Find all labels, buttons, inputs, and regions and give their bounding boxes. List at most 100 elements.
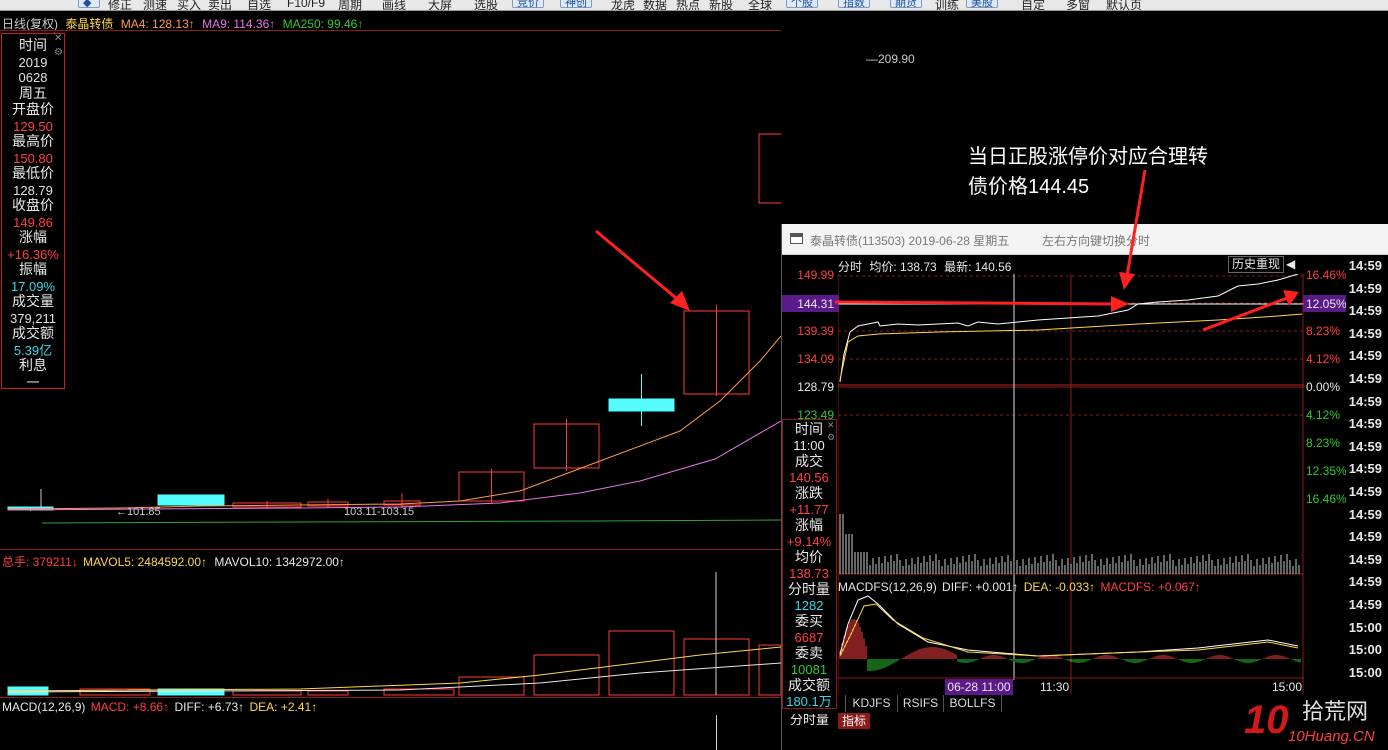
time-list-item: 14:59 <box>1348 348 1382 364</box>
macd-title: MACD(12,26,9) <box>2 700 86 714</box>
toolbar-button[interactable]: 指数 <box>838 0 870 9</box>
time-list-item: 14:59 <box>1348 280 1382 296</box>
close-value: 149.86 <box>13 215 53 230</box>
toolbar-item[interactable]: 大屏 <box>428 0 452 10</box>
amount-value: 5.39亿 <box>13 343 53 358</box>
volume-chart[interactable] <box>0 567 781 697</box>
ma250-line <box>41 519 781 524</box>
close-label: 收盘价 <box>12 197 54 213</box>
tab-rsifs[interactable]: RSIFS <box>898 695 944 712</box>
toolbar-button[interactable]: 竞价 <box>512 0 544 9</box>
time-list-item: 15:00 <box>1348 642 1382 658</box>
kline-arrow <box>595 229 690 311</box>
toolbar-item[interactable]: 热点 <box>676 0 700 10</box>
toolbar-item[interactable]: 周期 <box>338 0 362 10</box>
toolbar-item[interactable]: 多窗 <box>1066 0 1090 10</box>
y-left-4: 128.79 <box>797 380 834 394</box>
toolbar-item[interactable]: 卖出 <box>208 0 232 10</box>
time-list-item: 14:59 <box>1348 574 1382 590</box>
toolbar-item[interactable]: 修正 <box>108 0 132 10</box>
year-value: 2019 <box>18 55 48 70</box>
toolbar-item[interactable]: 测速 <box>143 0 167 10</box>
low-price-label: ←101.85 <box>116 506 161 518</box>
macdfs-title: MACDFS(12,26,9) <box>838 580 937 594</box>
info-cut-label: 分时量 <box>790 714 830 726</box>
time-list-item: 15:00 <box>1348 619 1382 635</box>
high-price-label: —209.90 <box>866 52 915 66</box>
y-left-0: 149.99 <box>797 268 834 282</box>
period-label[interactable]: 日线(复权) <box>2 17 58 31</box>
toolbar-item[interactable]: F10/F9 <box>287 0 325 10</box>
toolbar-item[interactable]: 选股 <box>474 0 498 10</box>
tab-indicator[interactable]: 指标 <box>838 713 870 729</box>
ma9-value: MA9: 114.36↑ <box>202 17 276 31</box>
stock-name: 泰晶转债 <box>65 17 114 31</box>
toolbar-item[interactable]: 自定 <box>1021 0 1045 10</box>
info-vol-label: 分时量 <box>788 581 830 597</box>
info-time: 11:00 <box>793 438 825 453</box>
time-list-item: 14:59 <box>1348 393 1382 409</box>
y-left-1: 144.31 <box>797 297 834 311</box>
window-icon <box>790 233 803 244</box>
candle-body <box>608 398 675 412</box>
time-list-item: 14:59 <box>1348 258 1382 273</box>
time-list-item: 14:59 <box>1348 303 1382 319</box>
info-buy: 6687 <box>794 630 824 645</box>
time-list-item: 14:59 <box>1348 551 1382 567</box>
volume-bottom-border <box>0 697 781 698</box>
interest-label: 利息 <box>19 357 47 373</box>
info-amt-label: 成交额 <box>788 677 830 693</box>
time-list-item: 14:59 <box>1348 597 1382 612</box>
tab-kdjfs[interactable]: KDJFS <box>846 695 898 712</box>
y-right-7: 12.35% <box>1306 464 1347 478</box>
tab-bollfs[interactable]: BOLLFS <box>944 695 1002 712</box>
macd-info-bar: MACD(12,26,9) MACD: +8.66↑ DIFF: +6.73↑ … <box>2 700 317 714</box>
toolbar-item[interactable]: 全球 <box>748 0 772 10</box>
info-buy-label: 委买 <box>795 613 823 629</box>
ma4-line <box>7 335 781 510</box>
x-label-1500: 15:00 <box>1272 680 1303 694</box>
range-label: 103.11-103.15 <box>344 506 415 518</box>
toolbar-diamond-icon[interactable]: ◆ <box>78 0 100 9</box>
y-right-5: 4.12% <box>1306 408 1341 422</box>
interest-value: 一 <box>26 375 40 390</box>
toolbar-item[interactable]: 画线 <box>382 0 406 10</box>
amplitude-value: 17.09% <box>10 279 56 294</box>
macdfs-info-bar: MACDFS(12,26,9) DIFF: +0.001↑ DEA: -0.03… <box>838 580 1201 594</box>
toolbar-item[interactable]: 龙虎 <box>611 0 635 10</box>
diff-value: DIFF: +6.73↑ <box>174 700 245 714</box>
toolbar-button[interactable]: 美股 <box>966 0 998 9</box>
candle-body <box>157 494 225 506</box>
toolbar-item[interactable]: 新股 <box>709 0 733 10</box>
y-right-6: 8.23% <box>1306 436 1341 450</box>
macdfs-diff-line <box>839 595 1299 657</box>
info-avg-label: 均价 <box>795 549 823 565</box>
toolbar-item[interactable]: 默认页 <box>1106 0 1142 10</box>
toolbar-item[interactable]: 训练 <box>935 0 959 10</box>
change-label: 涨幅 <box>19 229 47 245</box>
high-label: 最高价 <box>12 133 54 149</box>
toolbar-item[interactable]: 自选 <box>247 0 271 10</box>
candle-body <box>758 133 781 204</box>
open-value: 129.50 <box>13 119 53 134</box>
high-value: 150.80 <box>13 151 53 166</box>
macdfs-dea-line <box>839 603 1299 657</box>
info-avg: 138.73 <box>789 566 829 581</box>
kline-bottom-border <box>0 549 781 550</box>
time-list-item: 14:59 <box>1348 438 1382 454</box>
weekday-value: 周五 <box>19 85 47 101</box>
toolbar-item[interactable]: 数据 <box>643 0 667 10</box>
y-right-4: 0.00% <box>1306 380 1341 394</box>
info-deal-label: 成交 <box>795 453 823 469</box>
macdfs-value: MACDFS: +0.067↑ <box>1100 580 1201 594</box>
toolbar-item[interactable]: 买入 <box>177 0 201 10</box>
volume-bar <box>232 690 302 696</box>
toolbar-button[interactable]: 个股 <box>786 0 818 9</box>
toolbar-button[interactable]: 期货 <box>890 0 922 9</box>
volume-bar <box>758 644 781 696</box>
volume-bar <box>608 630 675 696</box>
watermark-number: 10 <box>1244 698 1289 742</box>
time-list-item: 14:59 <box>1348 506 1382 522</box>
toolbar-button[interactable]: 神创 <box>560 0 592 9</box>
amount-label: 成交额 <box>12 325 54 341</box>
